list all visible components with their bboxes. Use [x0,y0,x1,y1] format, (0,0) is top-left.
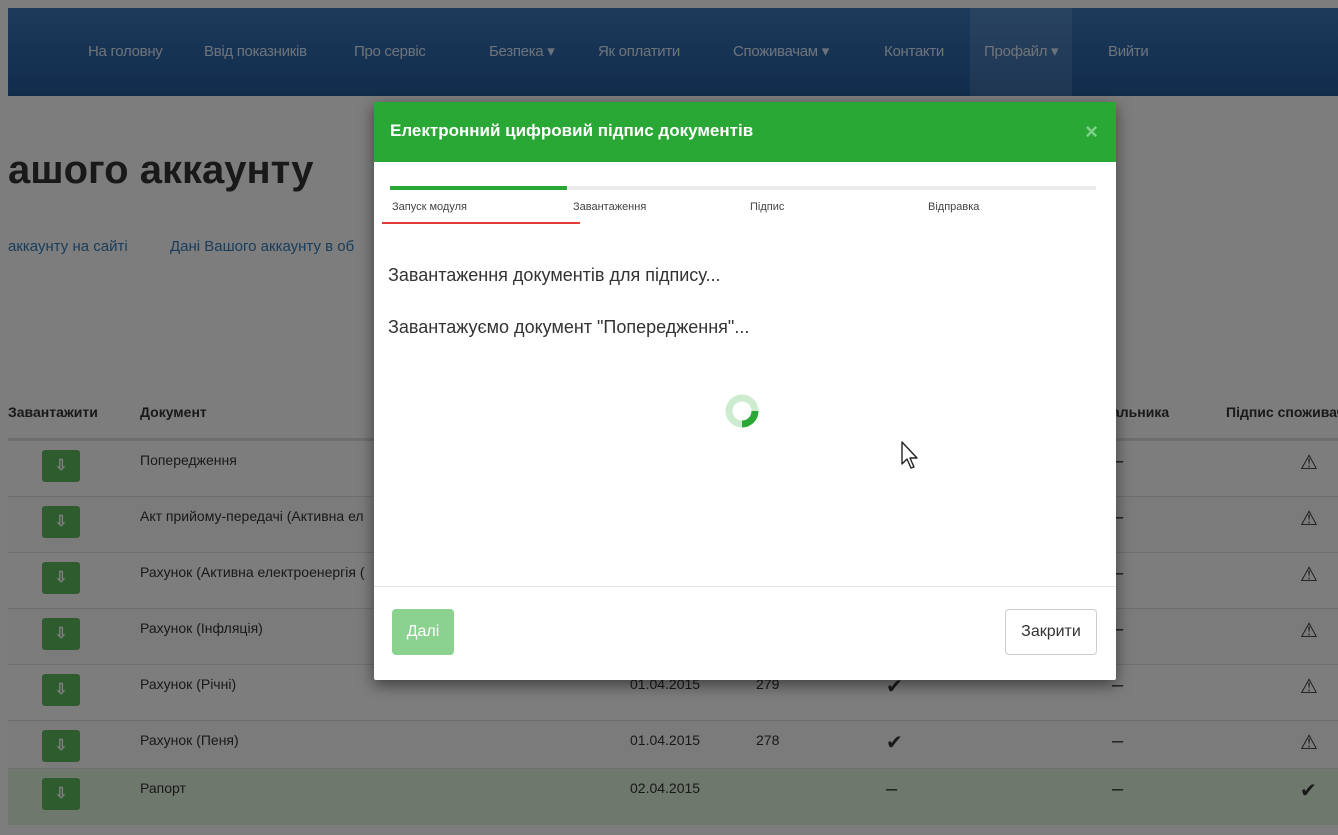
next-button[interactable]: Далі [392,609,454,655]
page: На головну Ввід показників Про сервіс Бе… [0,0,1338,835]
annotation-underline [382,222,580,224]
loading-spinner-icon [725,394,759,428]
close-icon[interactable]: × [1085,119,1098,145]
modal-footer-divider [374,586,1116,587]
progress-bar [390,186,1096,190]
progress-bar-fill [390,186,567,190]
step-sending: Відправка [928,201,980,213]
mouse-cursor-icon [901,441,918,469]
close-button[interactable]: Закрити [1005,609,1097,655]
signature-modal: Електронний цифровий підпис документів ×… [374,102,1116,680]
status-message: Завантаження документів для підпису... [388,265,721,285]
status-message: Завантажуємо документ "Попередження"... [388,317,750,337]
modal-header: Електронний цифровий підпис документів × [374,102,1116,162]
modal-title: Електронний цифровий підпис документів [390,121,754,140]
step-launch-module: Запуск модуля [392,201,467,213]
step-signature: Підпис [750,201,785,213]
step-loading: Завантаження [573,201,647,213]
